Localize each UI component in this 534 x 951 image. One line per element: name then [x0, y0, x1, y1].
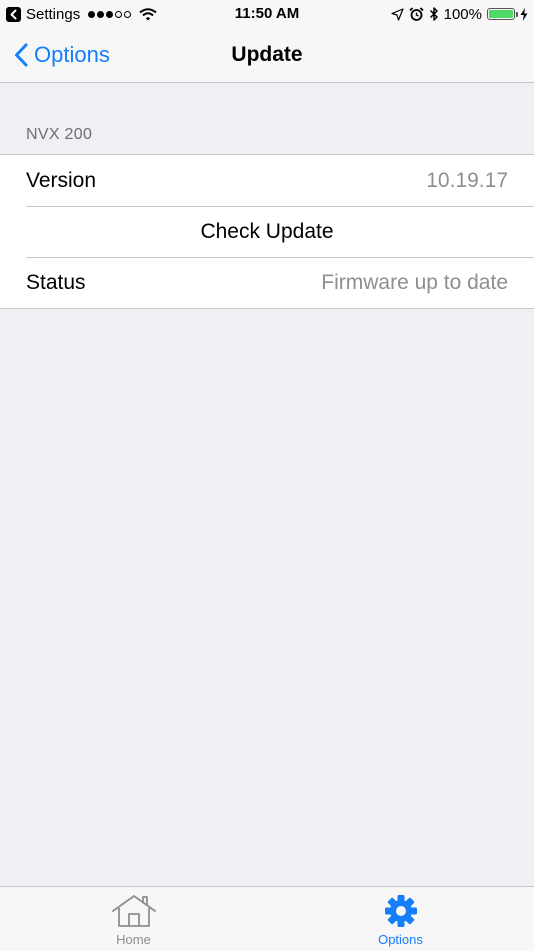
tab-home-label[interactable]: Home [116, 932, 151, 947]
location-arrow-icon [391, 7, 404, 21]
check-update-row[interactable]: Check Update [0, 206, 534, 257]
section-header: NVX 200 [26, 126, 93, 143]
battery-icon [487, 8, 518, 20]
house-icon [111, 895, 156, 927]
charging-bolt-icon [520, 7, 528, 21]
tab-home[interactable]: Home [0, 887, 267, 951]
battery-cap [516, 12, 518, 17]
tab-options[interactable]: Options [267, 887, 534, 951]
check-update-button[interactable]: Check Update [0, 206, 534, 258]
tab-bar: Home Options [0, 886, 534, 951]
settings-group: Version 10.19.17 Check Update Status Fir… [0, 154, 534, 309]
status-bar: Settings 11:50 AM 100% [0, 0, 534, 28]
page-title: Update [231, 43, 303, 66]
alarm-clock-icon [408, 6, 424, 21]
status-value: Firmware up to date [321, 271, 508, 294]
version-label: Version [26, 169, 97, 192]
battery-level [489, 10, 513, 18]
tab-options-label[interactable]: Options [378, 932, 423, 947]
battery-percent: 100% [443, 5, 482, 23]
status-label: Status [26, 271, 86, 294]
gear-icon [384, 895, 417, 927]
version-value: 10.19.17 [426, 169, 508, 192]
status-bar-right: 100% [391, 4, 528, 24]
navigation-bar: Options Update [0, 28, 534, 83]
status-row: Status Firmware up to date [0, 257, 534, 308]
version-row: Version 10.19.17 [0, 155, 534, 206]
bluetooth-icon [429, 7, 438, 21]
